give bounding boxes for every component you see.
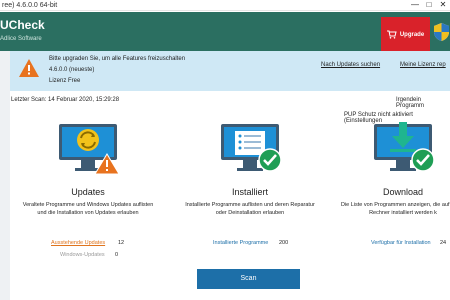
available-install-link[interactable]: Verfügbar für Installation [371, 240, 431, 246]
upgrade-label: Upgrade [399, 32, 425, 38]
download-monitor-icon [368, 118, 438, 182]
warning-icon [18, 58, 40, 83]
installed-description: Installierte Programme auflisten und der… [185, 202, 315, 216]
last-scan-text: Letzter Scan: 14 Februar 2020, 15:29:28 [11, 97, 120, 103]
window-title: ree) 4.6.0.0 64-bit [2, 2, 58, 9]
pending-updates-count: 12 [118, 240, 125, 246]
banner-version-text: 4.6.0.0 (neueste) [49, 67, 95, 73]
scan-button[interactable]: Scan [197, 269, 300, 289]
updates-panel[interactable]: Updates Veraltete Programme und Windows … [18, 118, 158, 217]
updates-title: Updates [71, 187, 105, 197]
app-title: UCheck [0, 18, 45, 32]
windows-updates-label[interactable]: Windows-Updates [60, 252, 105, 258]
banner-upgrade-text: Bitte upgraden Sie, um alle Features fre… [49, 56, 186, 62]
download-title: Download [382, 187, 424, 197]
program-status-text: Irgendein Programm [396, 97, 425, 109]
app-subtitle: Adlice Software [0, 36, 42, 42]
installed-title: Installiert [231, 187, 268, 197]
maximize-button[interactable]: □ [422, 0, 436, 11]
updates-description: Veraltete Programme und Windows Updates … [22, 202, 154, 216]
pending-updates-link[interactable]: Ausstehende Updates [51, 240, 105, 246]
my-license-link[interactable]: Meine Lizenz rep [400, 62, 446, 68]
installed-panel[interactable]: Installiert Installierte Programme aufli… [180, 118, 320, 217]
banner-license-text: Lizenz Free [49, 78, 81, 84]
download-description: Die Liste von Programmen anzeigen, die a… [340, 202, 450, 216]
installed-programs-count: 200 [279, 240, 289, 246]
window-titlebar: ree) 4.6.0.0 64-bit — □ ✕ [0, 0, 450, 11]
upgrade-banner: Bitte upgraden Sie, um alle Features fre… [10, 51, 450, 91]
updates-monitor-icon [53, 118, 123, 182]
installed-monitor-icon [215, 118, 285, 182]
check-updates-link[interactable]: Nach Updates suchen [321, 62, 380, 68]
minimize-button[interactable]: — [408, 0, 422, 11]
shield-icon[interactable] [433, 22, 450, 42]
available-install-count: 24 [440, 240, 447, 246]
windows-updates-count: 0 [115, 252, 119, 258]
left-sidebar-strip [0, 51, 10, 300]
app-header: UCheck Adlice Software Upgrade [0, 12, 450, 53]
close-button[interactable]: ✕ [436, 0, 450, 11]
upgrade-button[interactable]: Upgrade [381, 17, 430, 53]
cart-icon [386, 30, 397, 41]
installed-programs-link[interactable]: Installierte Programme [213, 240, 268, 246]
download-panel[interactable]: Download Die Liste von Programmen anzeig… [333, 118, 450, 217]
